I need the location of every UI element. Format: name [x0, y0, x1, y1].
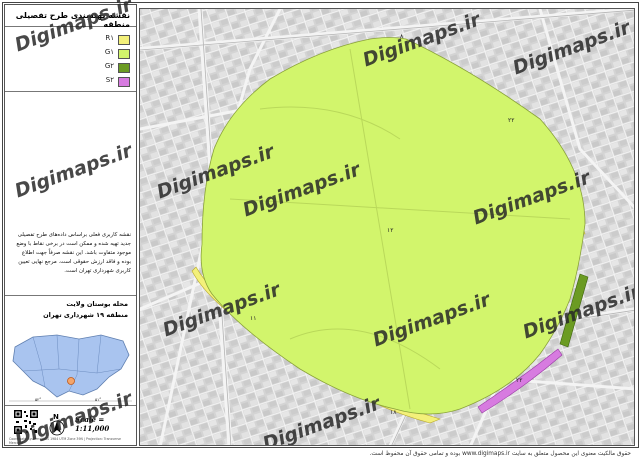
map-view[interactable]: ۱۲ ۲۲ ۲۲ ۸ ۱۱ ۱۸ Digimaps.ir Digimaps.ir… — [139, 8, 635, 446]
neighborhood-name: محله بوستان ولایت — [66, 300, 128, 308]
legend-label: R۱ — [105, 34, 114, 42]
map-description: نقشه کاربری فعلی براساس داده‌های طرح تفص… — [16, 232, 131, 274]
legend-swatch — [118, 77, 130, 87]
district-name: منطقه ۱۹ شهرداری تهران — [43, 311, 128, 319]
zone-label: ۲۲ — [516, 377, 523, 384]
legend-item-g1: G۱ — [45, 48, 130, 61]
legend-label: S۲ — [105, 76, 114, 84]
location-box: محله بوستان ولایت منطقه ۱۹ شهرداری تهران — [5, 295, 136, 327]
inset-tick-label: ۵۲° — [35, 397, 42, 402]
zone-label: ۱۲ — [387, 227, 394, 234]
legend-item-g2: G۲ — [45, 62, 130, 75]
location-marker-icon — [67, 377, 75, 385]
zone-label: ۱۱ — [250, 315, 257, 322]
legend-panel: نقشه پهنه‌بندی طرح تفصیلی منطقه R۱ G۱ G۲… — [4, 4, 137, 446]
legend-label: G۱ — [104, 48, 114, 56]
legend-swatch — [118, 63, 130, 73]
legend-item-s2: S۲ — [45, 76, 130, 89]
legend-swatch — [118, 35, 130, 45]
legend-swatch — [118, 49, 130, 59]
zone-label: ۲۲ — [508, 117, 515, 124]
copyright-note: حقوق مالکیت معنوی این محصول متعلق به سای… — [369, 451, 631, 457]
legend-label: G۲ — [104, 62, 114, 70]
zone-label: ۱۸ — [390, 409, 397, 416]
